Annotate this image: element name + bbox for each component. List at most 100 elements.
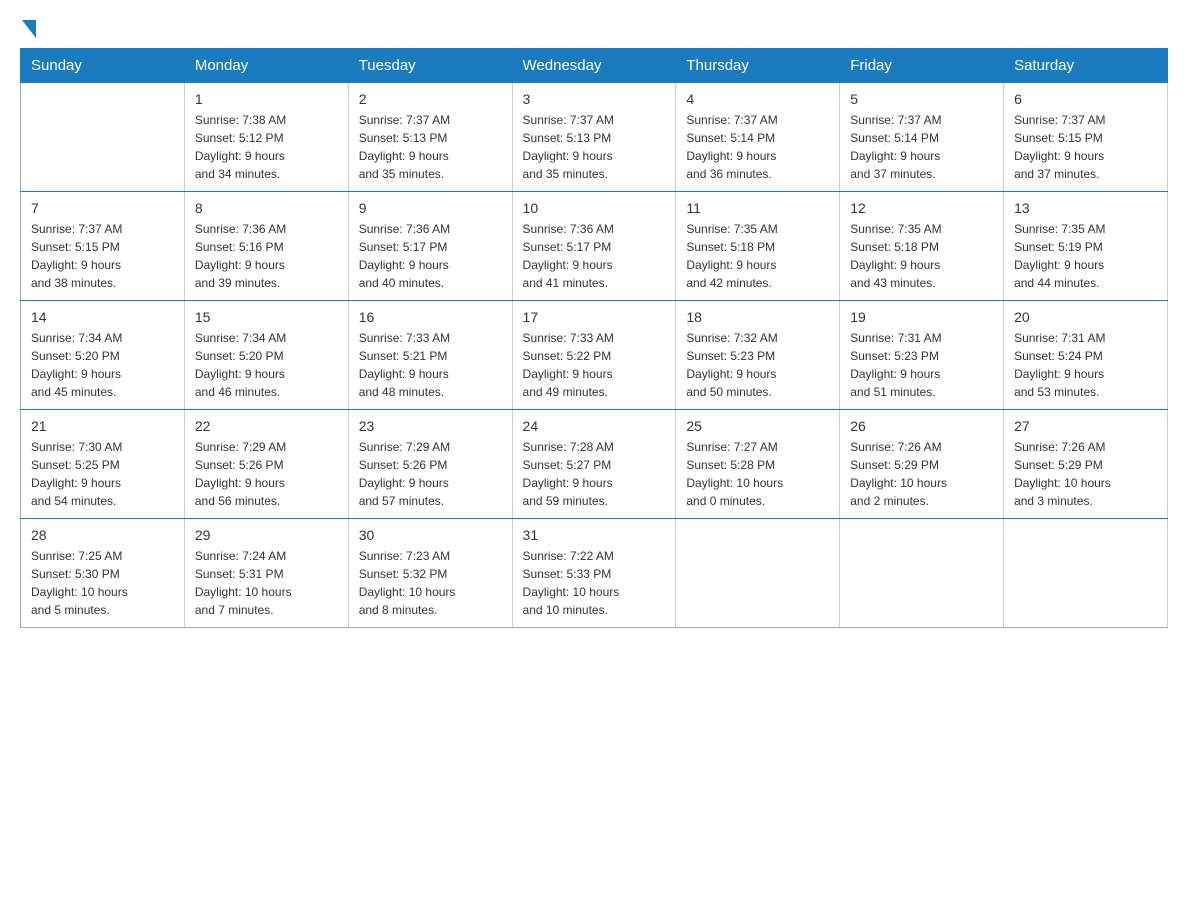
day-info: Sunrise: 7:32 AM Sunset: 5:23 PM Dayligh… <box>686 329 829 401</box>
day-info: Sunrise: 7:29 AM Sunset: 5:26 PM Dayligh… <box>359 438 502 510</box>
calendar-cell: 23Sunrise: 7:29 AM Sunset: 5:26 PM Dayli… <box>348 410 512 519</box>
weekday-header-monday: Monday <box>184 49 348 83</box>
day-number: 17 <box>523 309 666 325</box>
calendar-week-row: 21 Sunrise: 7:30 AM Sunset: 5:25 PM Dayli… <box>21 410 1168 519</box>
day-number: 30 <box>359 527 502 543</box>
day-info: Sunrise: 7:37 AM Sunset: 5:13 PM Dayligh… <box>359 111 502 183</box>
calendar-cell: 22Sunrise: 7:29 AM Sunset: 5:26 PM Dayli… <box>184 410 348 519</box>
calendar-cell: 11 Sunrise: 7:35 AM Sunset: 5:18 PM Dayli… <box>676 192 840 301</box>
day-info: Sunrise: 7:37 AM Sunset: 5:15 PM Dayligh… <box>31 220 174 292</box>
day-info: Sunrise: 7:35 AM Sunset: 5:18 PM Dayligh… <box>850 220 993 292</box>
calendar-cell: 10 Sunrise: 7:36 AM Sunset: 5:17 PM Dayli… <box>512 192 676 301</box>
calendar-cell: 27 Sunrise: 7:26 AM Sunset: 5:29 PM Dayli… <box>1004 410 1168 519</box>
weekday-header-wednesday: Wednesday <box>512 49 676 83</box>
calendar-header-row: SundayMondayTuesdayWednesdayThursdayFrid… <box>21 49 1168 83</box>
calendar-cell: 18 Sunrise: 7:32 AM Sunset: 5:23 PM Dayli… <box>676 301 840 410</box>
calendar-week-row: 1 Sunrise: 7:38 AM Sunset: 5:12 PM Daylig… <box>21 83 1168 192</box>
calendar-cell: 13 Sunrise: 7:35 AM Sunset: 5:19 PM Dayli… <box>1004 192 1168 301</box>
calendar-cell: 26 Sunrise: 7:26 AM Sunset: 5:29 PM Dayli… <box>840 410 1004 519</box>
day-info: Sunrise: 7:31 AM Sunset: 5:23 PM Dayligh… <box>850 329 993 401</box>
day-number: 31 <box>523 527 666 543</box>
day-info: Sunrise: 7:33 AM Sunset: 5:21 PM Dayligh… <box>359 329 502 401</box>
day-info: Sunrise: 7:38 AM Sunset: 5:12 PM Dayligh… <box>195 111 338 183</box>
day-info: Sunrise: 7:28 AM Sunset: 5:27 PM Dayligh… <box>523 438 666 510</box>
day-number: 13 <box>1014 200 1157 216</box>
calendar-cell: 15Sunrise: 7:34 AM Sunset: 5:20 PM Dayli… <box>184 301 348 410</box>
day-number: 26 <box>850 418 993 434</box>
calendar-cell: 17 Sunrise: 7:33 AM Sunset: 5:22 PM Dayli… <box>512 301 676 410</box>
day-info: Sunrise: 7:37 AM Sunset: 5:15 PM Dayligh… <box>1014 111 1157 183</box>
calendar-table: SundayMondayTuesdayWednesdayThursdayFrid… <box>20 48 1168 628</box>
day-info: Sunrise: 7:24 AM Sunset: 5:31 PM Dayligh… <box>195 547 338 619</box>
calendar-cell: 6 Sunrise: 7:37 AM Sunset: 5:15 PM Daylig… <box>1004 83 1168 192</box>
calendar-cell <box>840 519 1004 628</box>
logo <box>20 20 38 38</box>
weekday-header-thursday: Thursday <box>676 49 840 83</box>
day-info: Sunrise: 7:34 AM Sunset: 5:20 PM Dayligh… <box>31 329 174 401</box>
day-info: Sunrise: 7:31 AM Sunset: 5:24 PM Dayligh… <box>1014 329 1157 401</box>
day-info: Sunrise: 7:30 AM Sunset: 5:25 PM Dayligh… <box>31 438 174 510</box>
day-number: 18 <box>686 309 829 325</box>
calendar-cell: 29 Sunrise: 7:24 AM Sunset: 5:31 PM Dayli… <box>184 519 348 628</box>
day-info: Sunrise: 7:23 AM Sunset: 5:32 PM Dayligh… <box>359 547 502 619</box>
day-info: Sunrise: 7:26 AM Sunset: 5:29 PM Dayligh… <box>1014 438 1157 510</box>
calendar-week-row: 7 Sunrise: 7:37 AM Sunset: 5:15 PM Daylig… <box>21 192 1168 301</box>
weekday-header-sunday: Sunday <box>21 49 185 83</box>
day-number: 8 <box>195 200 338 216</box>
calendar-cell: 9Sunrise: 7:36 AM Sunset: 5:17 PM Daylig… <box>348 192 512 301</box>
day-number: 6 <box>1014 91 1157 107</box>
day-number: 28 <box>31 527 174 543</box>
calendar-cell: 3 Sunrise: 7:37 AM Sunset: 5:13 PM Daylig… <box>512 83 676 192</box>
calendar-week-row: 28 Sunrise: 7:25 AM Sunset: 5:30 PM Dayli… <box>21 519 1168 628</box>
calendar-week-row: 14Sunrise: 7:34 AM Sunset: 5:20 PM Dayli… <box>21 301 1168 410</box>
day-number: 11 <box>686 200 829 216</box>
day-number: 7 <box>31 200 174 216</box>
calendar-cell <box>21 83 185 192</box>
calendar-cell: 7 Sunrise: 7:37 AM Sunset: 5:15 PM Daylig… <box>21 192 185 301</box>
calendar-cell: 24 Sunrise: 7:28 AM Sunset: 5:27 PM Dayli… <box>512 410 676 519</box>
day-number: 25 <box>686 418 829 434</box>
day-number: 19 <box>850 309 993 325</box>
day-number: 2 <box>359 91 502 107</box>
day-number: 3 <box>523 91 666 107</box>
day-number: 5 <box>850 91 993 107</box>
calendar-cell: 16 Sunrise: 7:33 AM Sunset: 5:21 PM Dayli… <box>348 301 512 410</box>
day-info: Sunrise: 7:37 AM Sunset: 5:14 PM Dayligh… <box>850 111 993 183</box>
calendar-cell: 2 Sunrise: 7:37 AM Sunset: 5:13 PM Daylig… <box>348 83 512 192</box>
day-info: Sunrise: 7:36 AM Sunset: 5:17 PM Dayligh… <box>523 220 666 292</box>
day-info: Sunrise: 7:25 AM Sunset: 5:30 PM Dayligh… <box>31 547 174 619</box>
day-info: Sunrise: 7:36 AM Sunset: 5:16 PM Dayligh… <box>195 220 338 292</box>
day-number: 29 <box>195 527 338 543</box>
day-info: Sunrise: 7:37 AM Sunset: 5:14 PM Dayligh… <box>686 111 829 183</box>
calendar-cell: 4 Sunrise: 7:37 AM Sunset: 5:14 PM Daylig… <box>676 83 840 192</box>
weekday-header-tuesday: Tuesday <box>348 49 512 83</box>
calendar-cell: 25 Sunrise: 7:27 AM Sunset: 5:28 PM Dayli… <box>676 410 840 519</box>
calendar-cell: 21 Sunrise: 7:30 AM Sunset: 5:25 PM Dayli… <box>21 410 185 519</box>
calendar-cell: 20Sunrise: 7:31 AM Sunset: 5:24 PM Dayli… <box>1004 301 1168 410</box>
calendar-cell <box>676 519 840 628</box>
day-info: Sunrise: 7:35 AM Sunset: 5:18 PM Dayligh… <box>686 220 829 292</box>
day-info: Sunrise: 7:29 AM Sunset: 5:26 PM Dayligh… <box>195 438 338 510</box>
day-number: 16 <box>359 309 502 325</box>
day-info: Sunrise: 7:27 AM Sunset: 5:28 PM Dayligh… <box>686 438 829 510</box>
day-number: 21 <box>31 418 174 434</box>
calendar-cell: 30 Sunrise: 7:23 AM Sunset: 5:32 PM Dayli… <box>348 519 512 628</box>
day-number: 10 <box>523 200 666 216</box>
day-number: 12 <box>850 200 993 216</box>
day-number: 15 <box>195 309 338 325</box>
day-info: Sunrise: 7:33 AM Sunset: 5:22 PM Dayligh… <box>523 329 666 401</box>
day-number: 24 <box>523 418 666 434</box>
day-number: 9 <box>359 200 502 216</box>
calendar-cell: 8 Sunrise: 7:36 AM Sunset: 5:16 PM Daylig… <box>184 192 348 301</box>
weekday-header-saturday: Saturday <box>1004 49 1168 83</box>
day-info: Sunrise: 7:35 AM Sunset: 5:19 PM Dayligh… <box>1014 220 1157 292</box>
day-number: 27 <box>1014 418 1157 434</box>
day-number: 1 <box>195 91 338 107</box>
day-info: Sunrise: 7:26 AM Sunset: 5:29 PM Dayligh… <box>850 438 993 510</box>
calendar-cell: 1 Sunrise: 7:38 AM Sunset: 5:12 PM Daylig… <box>184 83 348 192</box>
calendar-cell: 31Sunrise: 7:22 AM Sunset: 5:33 PM Dayli… <box>512 519 676 628</box>
day-number: 4 <box>686 91 829 107</box>
logo-arrow-icon <box>22 20 36 38</box>
calendar-cell: 28 Sunrise: 7:25 AM Sunset: 5:30 PM Dayli… <box>21 519 185 628</box>
day-info: Sunrise: 7:37 AM Sunset: 5:13 PM Dayligh… <box>523 111 666 183</box>
